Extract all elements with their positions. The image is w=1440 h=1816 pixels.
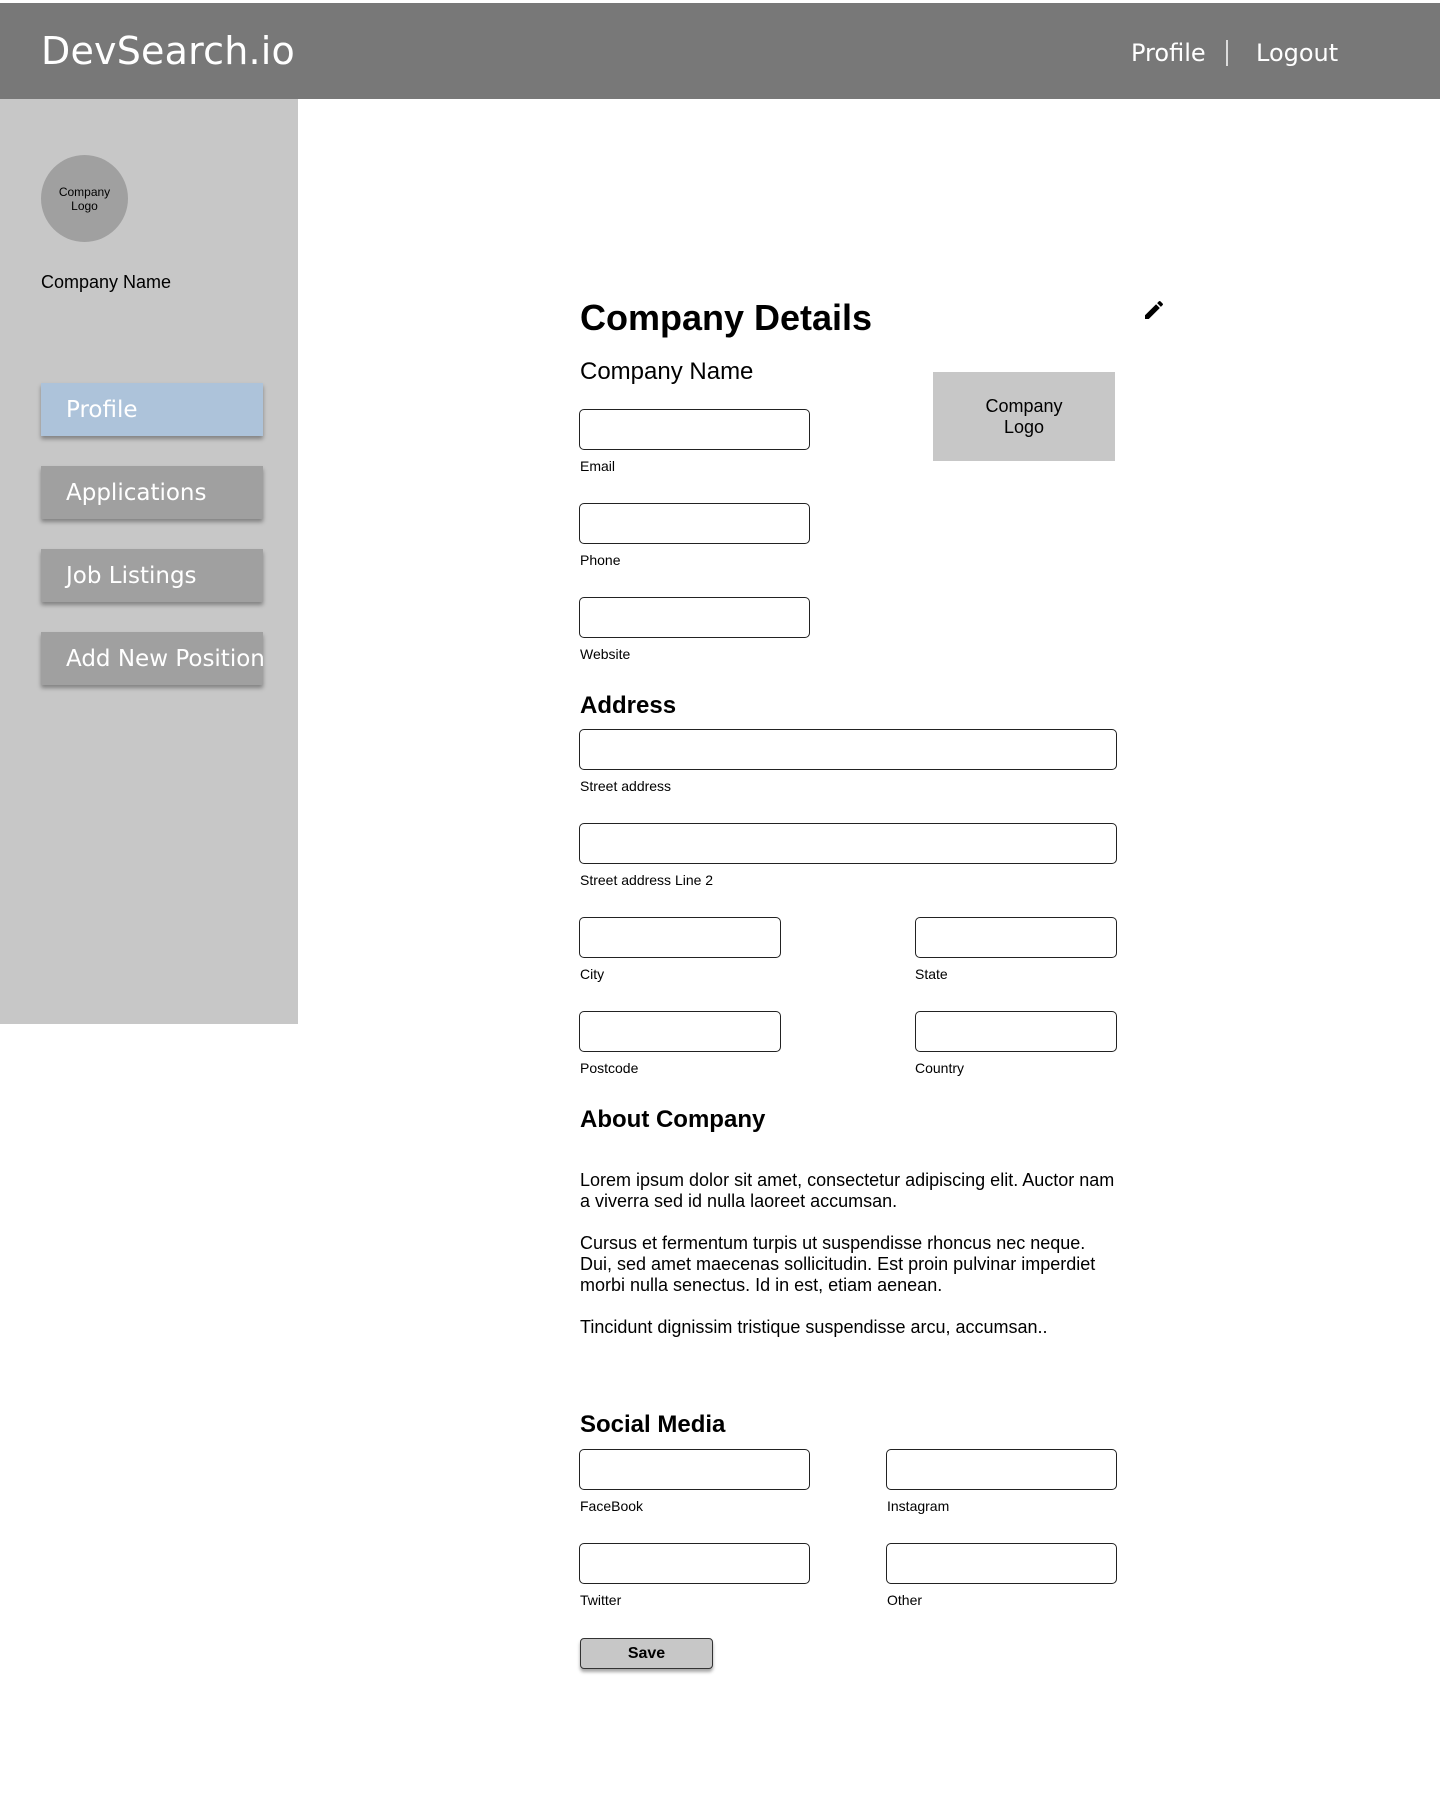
top-nav-bar: DevSearch.io Profile Logout [0,3,1440,99]
phone-field[interactable] [579,503,810,544]
website-label: Website [580,646,631,662]
twitter-label: Twitter [580,1592,622,1608]
sidebar: Company Logo Company Name Profile Applic… [0,99,298,1024]
instagram-label: Instagram [887,1498,950,1514]
street-address-label: Street address [580,778,672,794]
other-social-label: Other [887,1592,923,1608]
address-heading: Address [580,692,677,719]
sidebar-company-name: Company Name [41,272,172,292]
about-text: Lorem ipsum dolor sit amet, consectetur … [580,1170,1120,1359]
nav-logout-link[interactable]: Logout [1256,39,1338,67]
facebook-label: FaceBook [580,1498,644,1514]
about-paragraph: Lorem ipsum dolor sit amet, consectetur … [580,1170,1115,1211]
about-paragraph: Cursus et fermentum turpis ut suspendiss… [580,1233,1096,1295]
company-logo-placeholder[interactable]: Company Logo [933,372,1115,461]
street-address-field[interactable] [579,729,1117,770]
website-field[interactable] [579,597,810,638]
street-address-line2-label: Street address Line 2 [580,872,714,888]
sidebar-item-applications[interactable]: Applications [41,466,263,519]
page-title: Company Details [580,297,873,338]
email-label: Email [580,458,616,474]
facebook-field[interactable] [579,1449,810,1490]
city-label: City [580,966,605,982]
nav-profile-link[interactable]: Profile [1131,39,1206,67]
other-social-field[interactable] [886,1543,1117,1584]
pencil-icon[interactable] [1142,298,1166,322]
country-field[interactable] [915,1011,1117,1052]
postcode-field[interactable] [579,1011,781,1052]
street-address-line2-field[interactable] [579,823,1117,864]
country-label: Country [915,1060,965,1076]
sidebar-item-job-listings[interactable]: Job Listings [41,549,263,602]
state-field[interactable] [915,917,1117,958]
about-paragraph: Tincidunt dignissim tristique suspendiss… [580,1317,1048,1337]
social-media-heading: Social Media [580,1411,726,1438]
about-heading: About Company [580,1106,766,1133]
sidebar-item-profile[interactable]: Profile [41,383,263,436]
city-field[interactable] [579,917,781,958]
instagram-field[interactable] [886,1449,1117,1490]
phone-label: Phone [580,552,621,568]
twitter-field[interactable] [579,1543,810,1584]
sidebar-item-add-new-position[interactable]: Add New Position [41,632,265,685]
brand-logo[interactable]: DevSearch.io [41,29,295,73]
nav-divider [1226,40,1228,66]
postcode-label: Postcode [580,1060,639,1076]
sidebar-company-logo: Company Logo [41,155,128,242]
state-label: State [915,966,948,982]
email-field[interactable] [579,409,810,450]
company-name-heading: Company Name [580,358,754,385]
save-button[interactable]: Save [580,1638,713,1669]
